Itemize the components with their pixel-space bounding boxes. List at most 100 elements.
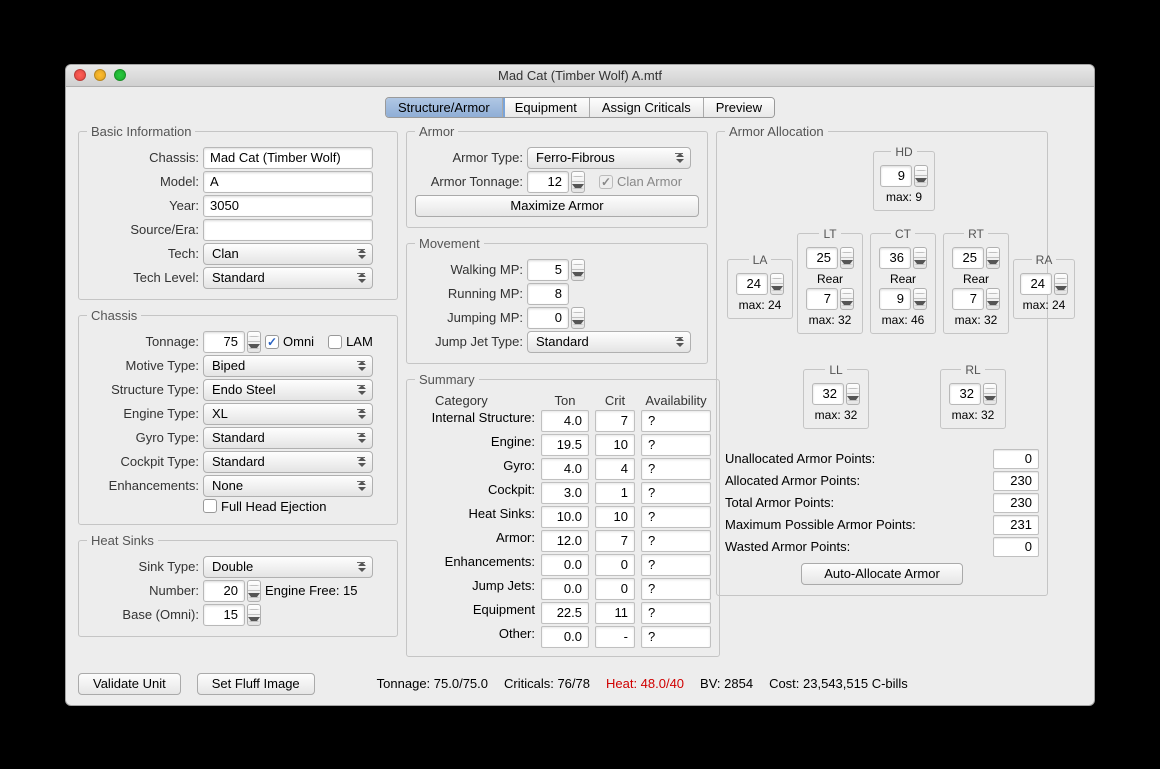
jjtype-label: Jump Jet Type: bbox=[415, 334, 523, 349]
footer-cost: Cost: 23,543,515 C-bills bbox=[769, 676, 908, 691]
rt-rear-stepper[interactable] bbox=[986, 288, 1000, 310]
gyro-select[interactable]: Standard bbox=[203, 427, 373, 449]
sinknum-input[interactable] bbox=[203, 580, 245, 602]
movement-group: Movement Walking MP: Running MP: Jumping… bbox=[406, 236, 708, 364]
hd-input[interactable] bbox=[880, 165, 912, 187]
chassis-label: Chassis: bbox=[87, 150, 199, 165]
tab-equipment[interactable]: Equipment bbox=[503, 98, 590, 117]
summary-row: Heat Sinks: bbox=[415, 506, 535, 528]
walk-stepper[interactable] bbox=[571, 259, 585, 281]
close-icon[interactable] bbox=[74, 69, 86, 81]
sinktype-label: Sink Type: bbox=[87, 559, 199, 574]
hd-stepper[interactable] bbox=[914, 165, 928, 187]
armor-legend: Armor bbox=[415, 124, 458, 139]
fhe-checkbox[interactable] bbox=[203, 499, 217, 513]
jump-label: Jumping MP: bbox=[415, 310, 523, 325]
year-label: Year: bbox=[87, 198, 199, 213]
loc-la: LA max: 24 bbox=[727, 253, 793, 319]
rl-stepper[interactable] bbox=[983, 383, 997, 405]
summary-row: Cockpit: bbox=[415, 482, 535, 504]
ra-stepper[interactable] bbox=[1054, 273, 1068, 295]
alloc-stat-label: Total Armor Points: bbox=[725, 495, 834, 510]
tab-structure-armor[interactable]: Structure/Armor bbox=[386, 98, 503, 117]
run-label: Running MP: bbox=[415, 286, 523, 301]
lt-stepper[interactable] bbox=[840, 247, 854, 269]
sinknum-stepper[interactable] bbox=[247, 580, 261, 602]
loc-hd: HD max: 9 bbox=[873, 145, 935, 211]
structure-select[interactable]: Endo Steel bbox=[203, 379, 373, 401]
loc-ll: LL max: 32 bbox=[803, 363, 869, 429]
rt-stepper[interactable] bbox=[986, 247, 1000, 269]
rt-rear-input[interactable] bbox=[952, 288, 984, 310]
basic-legend: Basic Information bbox=[87, 124, 195, 139]
chassis-input[interactable] bbox=[203, 147, 373, 169]
jump-stepper[interactable] bbox=[571, 307, 585, 329]
model-input[interactable] bbox=[203, 171, 373, 193]
techlevel-label: Tech Level: bbox=[87, 270, 199, 285]
heatsinks-group: Heat Sinks Sink Type:Double Number: Engi… bbox=[78, 533, 398, 637]
alloc-stat-label: Unallocated Armor Points: bbox=[725, 451, 875, 466]
ll-stepper[interactable] bbox=[846, 383, 860, 405]
sinknum-label: Number: bbox=[87, 583, 199, 598]
summary-row: Armor: bbox=[415, 530, 535, 552]
source-label: Source/Era: bbox=[87, 222, 199, 237]
minimize-icon[interactable] bbox=[94, 69, 106, 81]
base-input[interactable] bbox=[203, 604, 245, 626]
rl-input[interactable] bbox=[949, 383, 981, 405]
sinktype-select[interactable]: Double bbox=[203, 556, 373, 578]
tonnage-input[interactable] bbox=[203, 331, 245, 353]
chassis-group: Chassis Tonnage: Omni LAM Motive Type:Bi… bbox=[78, 308, 398, 525]
ll-input[interactable] bbox=[812, 383, 844, 405]
techlevel-select[interactable]: Standard bbox=[203, 267, 373, 289]
ct-stepper[interactable] bbox=[913, 247, 927, 269]
summary-row: Equipment bbox=[415, 602, 535, 624]
motive-select[interactable]: Biped bbox=[203, 355, 373, 377]
ct-rear-input[interactable] bbox=[879, 288, 911, 310]
alloc-stat-val: 0 bbox=[993, 449, 1039, 469]
la-input[interactable] bbox=[736, 273, 768, 295]
rt-input[interactable] bbox=[952, 247, 984, 269]
jjtype-select[interactable]: Standard bbox=[527, 331, 691, 353]
validate-button[interactable]: Validate Unit bbox=[78, 673, 181, 695]
engine-select[interactable]: XL bbox=[203, 403, 373, 425]
tech-select[interactable]: Clan bbox=[203, 243, 373, 265]
lam-checkbox[interactable] bbox=[328, 335, 342, 349]
alloc-stat-val: 230 bbox=[993, 471, 1039, 491]
loc-ra: RA max: 24 bbox=[1013, 253, 1075, 319]
tab-preview[interactable]: Preview bbox=[704, 98, 774, 117]
lt-rear-stepper[interactable] bbox=[840, 288, 854, 310]
tab-assign-criticals[interactable]: Assign Criticals bbox=[590, 98, 704, 117]
summary-row: Other: bbox=[415, 626, 535, 648]
omni-checkbox[interactable] bbox=[265, 335, 279, 349]
armortonnage-stepper[interactable] bbox=[571, 171, 585, 193]
auto-allocate-button[interactable]: Auto-Allocate Armor bbox=[801, 563, 963, 585]
alloc-stat-val: 231 bbox=[993, 515, 1039, 535]
lt-input[interactable] bbox=[806, 247, 838, 269]
base-stepper[interactable] bbox=[247, 604, 261, 626]
armortype-select[interactable]: Ferro-Fibrous bbox=[527, 147, 691, 169]
tonnage-stepper[interactable] bbox=[247, 331, 261, 353]
enh-label: Enhancements: bbox=[87, 478, 199, 493]
year-input[interactable] bbox=[203, 195, 373, 217]
jump-input[interactable] bbox=[527, 307, 569, 329]
alloc-stat-val: 230 bbox=[993, 493, 1039, 513]
walk-input[interactable] bbox=[527, 259, 569, 281]
ra-input[interactable] bbox=[1020, 273, 1052, 295]
engine-label: Engine Type: bbox=[87, 406, 199, 421]
fluff-button[interactable]: Set Fluff Image bbox=[197, 673, 315, 695]
ct-input[interactable] bbox=[879, 247, 911, 269]
lt-rear-input[interactable] bbox=[806, 288, 838, 310]
armortonnage-input[interactable] bbox=[527, 171, 569, 193]
enh-select[interactable]: None bbox=[203, 475, 373, 497]
chassis-legend: Chassis bbox=[87, 308, 141, 323]
source-input[interactable] bbox=[203, 219, 373, 241]
cockpit-select[interactable]: Standard bbox=[203, 451, 373, 473]
zoom-icon[interactable] bbox=[114, 69, 126, 81]
la-stepper[interactable] bbox=[770, 273, 784, 295]
footer-tonnage: Tonnage: 75.0/75.0 bbox=[377, 676, 488, 691]
ct-rear-stepper[interactable] bbox=[913, 288, 927, 310]
maximize-armor-button[interactable]: Maximize Armor bbox=[415, 195, 699, 217]
tab-bar: Structure/Armor Equipment Assign Critica… bbox=[66, 87, 1094, 118]
loc-rt: RT Rear max: 32 bbox=[943, 227, 1009, 334]
motive-label: Motive Type: bbox=[87, 358, 199, 373]
